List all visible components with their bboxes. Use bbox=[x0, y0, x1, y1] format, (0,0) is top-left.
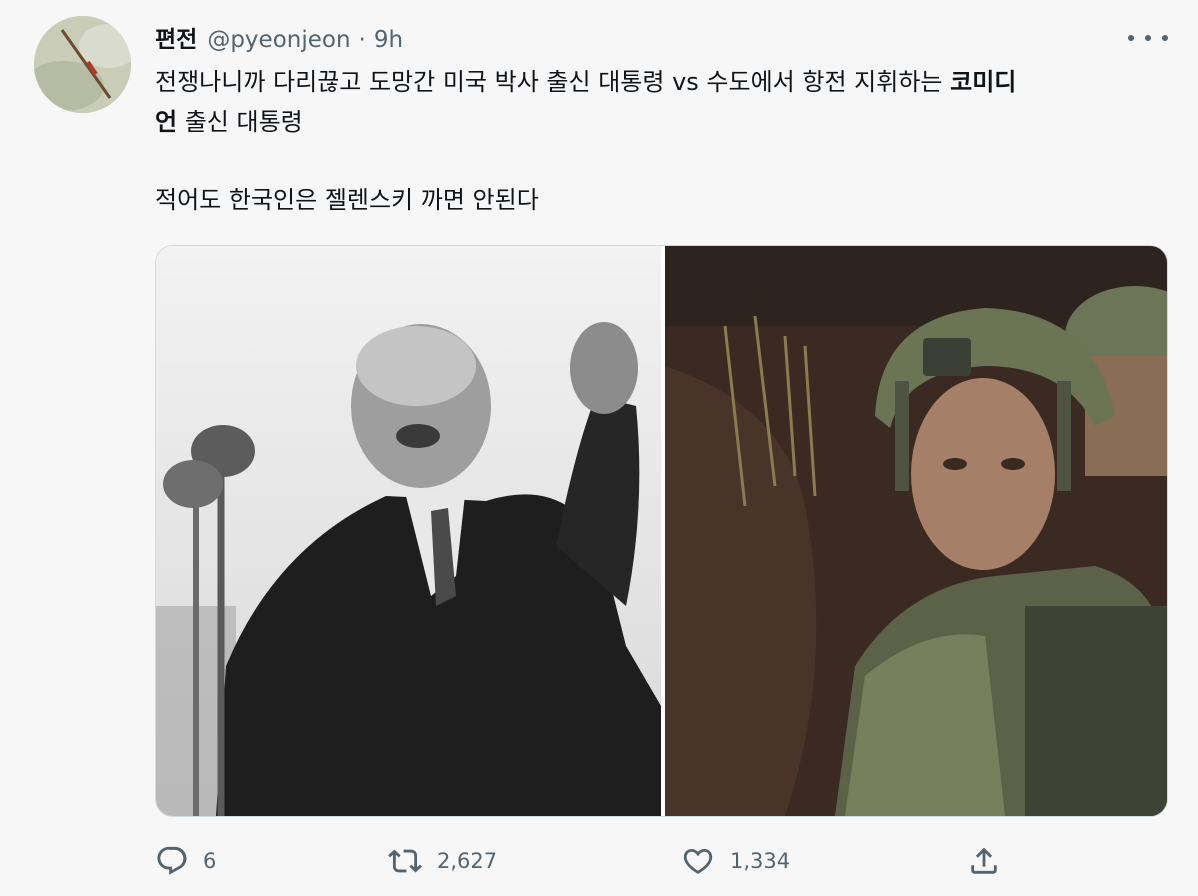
reply-count: 6 bbox=[203, 849, 217, 873]
tweet-media[interactable] bbox=[155, 245, 1168, 817]
tweet[interactable]: 편전 @pyeonjeon · 9h 전쟁나니까 다리끊고 도망간 미국 박사 … bbox=[0, 0, 1198, 896]
tweet-text: 전쟁나니까 다리끊고 도망간 미국 박사 출신 대통령 vs 수도에서 항전 지… bbox=[155, 62, 1165, 220]
timestamp[interactable]: 9h bbox=[374, 27, 403, 53]
avatar[interactable] bbox=[34, 16, 131, 113]
tweet-text-line-3: 적어도 한국인은 젤렌스키 까면 안된다 bbox=[155, 186, 539, 214]
share-icon bbox=[967, 844, 1001, 878]
like-button[interactable]: 1,334 bbox=[680, 836, 790, 886]
more-options-button[interactable] bbox=[1128, 26, 1168, 50]
like-count: 1,334 bbox=[730, 849, 791, 873]
share-button[interactable] bbox=[967, 836, 1001, 886]
tweet-actions: 6 2,627 1,334 bbox=[155, 836, 1166, 886]
heart-icon bbox=[680, 844, 716, 878]
retweet-count: 2,627 bbox=[437, 849, 498, 873]
display-name[interactable]: 편전 bbox=[155, 20, 197, 54]
tweet-header: 편전 @pyeonjeon · 9h bbox=[155, 20, 403, 54]
tweet-text-line-2: 언 출신 대통령 bbox=[155, 102, 1165, 142]
tweet-text-bold: 언 bbox=[155, 108, 178, 136]
user-handle[interactable]: @pyeonjeon bbox=[207, 27, 350, 53]
retweet-button[interactable]: 2,627 bbox=[387, 836, 497, 886]
tweet-text-line-1: 전쟁나니까 다리끊고 도망간 미국 박사 출신 대통령 vs 수도에서 항전 지… bbox=[155, 62, 1165, 102]
retweet-icon bbox=[387, 844, 423, 878]
reply-button[interactable]: 6 bbox=[155, 836, 216, 886]
separator-dot: · bbox=[358, 27, 366, 53]
photo-right[interactable] bbox=[665, 246, 1167, 816]
tweet-text-segment: 출신 대통령 bbox=[177, 108, 303, 136]
tweet-text-segment: 전쟁나니까 다리끊고 도망간 미국 박사 출신 대통령 vs 수도에서 항전 지… bbox=[155, 68, 951, 96]
more-horizontal-icon bbox=[1128, 35, 1134, 41]
photo-left[interactable] bbox=[156, 246, 661, 816]
reply-icon bbox=[155, 844, 189, 878]
tweet-text-bold: 코미디 bbox=[950, 68, 1017, 96]
